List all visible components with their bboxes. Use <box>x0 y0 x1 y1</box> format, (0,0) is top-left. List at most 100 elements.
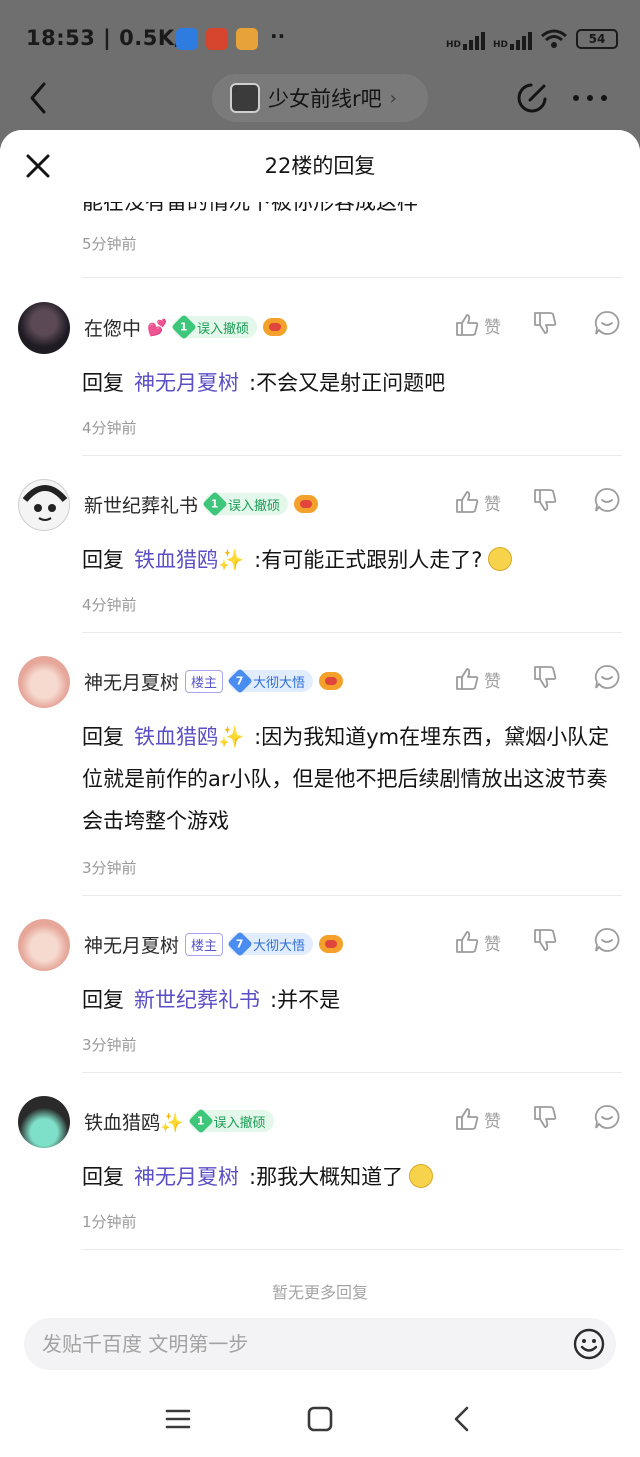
level-title: 大彻大悟 <box>253 675 306 691</box>
username[interactable]: 在偬中 <box>84 314 141 341</box>
like-button[interactable]: 赞 <box>454 1106 532 1132</box>
reply-time: 3分钟前 <box>82 859 137 877</box>
reply-button[interactable] <box>594 664 620 694</box>
level-value: 1 <box>196 1114 205 1128</box>
owner-badge: 楼主 <box>185 669 224 693</box>
reply-prefix: 回复 <box>82 371 124 395</box>
dislike-icon <box>534 489 557 511</box>
like-label: 赞 <box>484 1111 501 1132</box>
reply-to-user[interactable]: 神无月夏树 <box>134 1165 239 1189</box>
like-button[interactable]: 赞 <box>454 489 532 515</box>
wifi-icon <box>541 29 567 48</box>
gamepad-badge-icon <box>319 672 344 690</box>
username[interactable]: 新世纪葬礼书 <box>84 491 198 518</box>
home-icon[interactable] <box>305 1404 335 1434</box>
level-number: 1 <box>171 314 197 340</box>
username[interactable]: 铁血猎鸥✨ <box>84 1108 184 1135</box>
level-title: 大彻大悟 <box>253 938 306 954</box>
like-icon <box>456 314 479 336</box>
system-back-icon[interactable] <box>447 1404 477 1434</box>
level-number: 7 <box>227 668 253 694</box>
dislike-button[interactable] <box>532 664 594 694</box>
like-label: 赞 <box>484 671 501 692</box>
reply-actions: 赞 <box>454 310 620 340</box>
emoji-icon[interactable] <box>572 1327 606 1361</box>
reply-actions: 赞 <box>454 927 620 957</box>
like-label: 赞 <box>484 317 501 338</box>
like-icon <box>456 1108 479 1130</box>
app-notification-icon <box>206 28 228 50</box>
reply-text: :不会又是射正问题吧 <box>249 371 446 395</box>
chevron-right-icon: › <box>389 87 397 109</box>
reply-button[interactable] <box>594 927 620 957</box>
edit-icon[interactable] <box>514 80 550 116</box>
dislike-icon <box>534 666 557 688</box>
menu-icon[interactable] <box>163 1404 193 1434</box>
level-value: 1 <box>211 497 219 511</box>
dislike-button[interactable] <box>532 487 594 517</box>
signal-hd-label: HD <box>492 40 508 50</box>
reply-sheet: 22楼的回复 能在没有留的情况下被你形容成这样 5分钟前 在偬中 💕 1 误入撤硕… <box>0 130 640 1457</box>
like-label: 赞 <box>484 934 501 955</box>
username[interactable]: 神无月夏树 <box>84 931 179 958</box>
reply-item: 神无月夏树 楼主 7 大彻大悟 赞 回复 新世纪葬礼书:并不是 3分钟前 <box>0 895 640 1072</box>
level-title: 误入撤硕 <box>213 1115 266 1131</box>
avatar[interactable] <box>18 656 70 708</box>
avatar[interactable] <box>18 479 70 531</box>
reply-to-user[interactable]: 铁血猎鸥✨ <box>134 725 244 749</box>
level-value: 1 <box>180 320 188 334</box>
reply-button[interactable] <box>594 310 620 340</box>
like-button[interactable]: 赞 <box>454 929 532 955</box>
dislike-button[interactable] <box>532 310 594 340</box>
reply-to-user[interactable]: 神无月夏树 <box>134 371 239 395</box>
level-badge: 1 误入撤硕 <box>187 1108 274 1134</box>
avatar[interactable] <box>18 919 70 971</box>
username-row: 神无月夏树 楼主 7 大彻大悟 <box>84 931 344 958</box>
battery-icon: 54 <box>576 29 618 49</box>
avatar[interactable] <box>18 1096 70 1148</box>
reply-content: 回复 神无月夏树 :不会又是射正问题吧 <box>82 362 624 404</box>
app-notification-icon <box>236 28 258 50</box>
reply-item: 铁血猎鸥✨ 1 误入撤硕 赞 回复 神无月夏树:那我大概知道了 1分钟前 <box>0 1072 640 1249</box>
reply-to-user[interactable]: 新世纪葬礼书 <box>134 988 260 1012</box>
level-title: 误入撤硕 <box>196 321 249 337</box>
reply-prefix: 回复 <box>82 725 124 749</box>
comment-input-bar <box>24 1318 616 1370</box>
dislike-button[interactable] <box>532 927 594 957</box>
heart-icon: 💕 <box>147 317 167 337</box>
level-value: 7 <box>236 937 244 951</box>
username-row: 神无月夏树 楼主 7 大彻大悟 <box>84 668 344 695</box>
dislike-icon <box>534 312 557 334</box>
like-button[interactable]: 赞 <box>454 666 532 692</box>
status-bar: 18:53 | 0.5K/s ·· HD HD 54 <box>0 0 640 80</box>
reply-prefix: 回复 <box>82 548 124 572</box>
reply-to-user[interactable]: 铁血猎鸥✨ <box>134 548 244 572</box>
status-more-indicator: ·· <box>270 24 286 48</box>
status-indicators: HD HD 54 <box>446 28 618 50</box>
forum-name: 少女前线r吧 <box>268 87 382 111</box>
reply-text: :并不是 <box>270 988 341 1012</box>
reply-prefix: 回复 <box>82 1165 124 1189</box>
forum-name-pill[interactable]: 少女前线r吧 › <box>212 74 428 122</box>
reply-icon <box>594 311 620 335</box>
username-row: 新世纪葬礼书 1 误入撤硕 <box>84 491 319 518</box>
reply-time: 4分钟前 <box>82 419 137 437</box>
username[interactable]: 神无月夏树 <box>84 668 179 695</box>
level-number: 7 <box>227 931 253 957</box>
like-button[interactable]: 赞 <box>454 312 532 338</box>
reply-time: 4分钟前 <box>82 596 137 614</box>
previous-reply-time: 5分钟前 <box>82 235 137 253</box>
signal-hd-label: HD <box>445 40 461 50</box>
reply-item: 在偬中 💕 1 误入撤硕 赞 回复 神无月夏树 :不会又是射正问题吧 4分钟前 <box>0 278 640 455</box>
smile-emoji-icon <box>409 1164 434 1188</box>
reply-icon <box>594 665 620 689</box>
avatar[interactable] <box>18 302 70 354</box>
comment-input[interactable] <box>42 1328 562 1360</box>
back-icon[interactable] <box>26 80 50 116</box>
like-label: 赞 <box>484 494 501 515</box>
more-icon[interactable] <box>570 88 610 108</box>
reply-button[interactable] <box>594 1104 620 1134</box>
dislike-button[interactable] <box>532 1104 594 1134</box>
reply-button[interactable] <box>594 487 620 517</box>
level-value: 7 <box>236 674 244 688</box>
